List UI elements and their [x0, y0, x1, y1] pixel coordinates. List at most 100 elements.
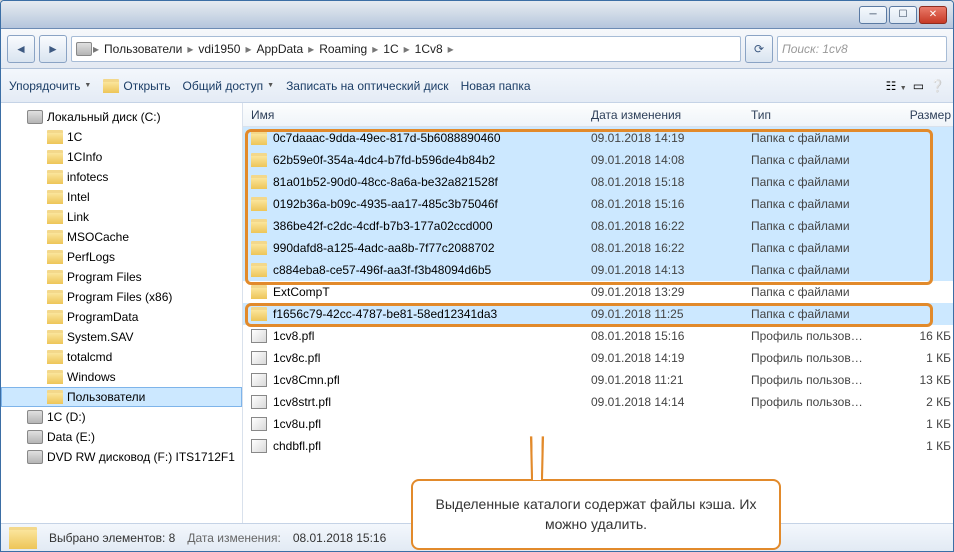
folder-icon: [47, 370, 63, 384]
folder-icon: [251, 219, 267, 233]
folder-icon: [251, 285, 267, 299]
file-row[interactable]: 1cv8Cmn.pfl09.01.2018 11:21Профиль польз…: [243, 369, 953, 391]
file-icon: [251, 373, 267, 387]
folder-icon: [47, 250, 63, 264]
tree-item[interactable]: Link: [1, 207, 242, 227]
folder-icon: [47, 330, 63, 344]
breadcrumb[interactable]: AppData: [252, 42, 307, 56]
tree-item[interactable]: Пользователи: [1, 387, 242, 407]
file-row[interactable]: 81a01b52-90d0-48cc-8a6a-be32a821528f08.0…: [243, 171, 953, 193]
tree-item[interactable]: Intel: [1, 187, 242, 207]
file-row[interactable]: f1656c79-42cc-4787-be81-58ed12341da309.0…: [243, 303, 953, 325]
tree-item[interactable]: System.SAV: [1, 327, 242, 347]
tree-item[interactable]: infotecs: [1, 167, 242, 187]
tree-item[interactable]: totalcmd: [1, 347, 242, 367]
tree-item[interactable]: MSOCache: [1, 227, 242, 247]
annotation-callout: Выделенные каталоги содержат файлы кэша.…: [411, 441, 781, 550]
status-selected: Выбрано элементов: 8: [49, 531, 175, 545]
organize-button[interactable]: Упорядочить ▼: [9, 79, 91, 93]
status-date-label: Дата изменения:: [187, 531, 281, 545]
tree-item[interactable]: Data (E:): [1, 427, 242, 447]
toolbar: Упорядочить ▼ Открыть Общий доступ ▼ Зап…: [1, 69, 953, 103]
folder-icon: [47, 310, 63, 324]
col-name[interactable]: Имя: [251, 108, 591, 122]
search-input[interactable]: Поиск: 1cv8: [777, 36, 947, 62]
tree-item[interactable]: ProgramData: [1, 307, 242, 327]
search-placeholder: Поиск: 1cv8: [782, 42, 848, 56]
file-row[interactable]: 0c7daaac-9dda-49ec-817d-5b608889046009.0…: [243, 127, 953, 149]
file-row[interactable]: ExtCompT09.01.2018 13:29Папка с файлами: [243, 281, 953, 303]
breadcrumb[interactable]: vdi1950: [194, 42, 244, 56]
tree-item[interactable]: Program Files: [1, 267, 242, 287]
folder-icon: [47, 290, 63, 304]
breadcrumb[interactable]: 1C: [379, 42, 402, 56]
back-button[interactable]: ◄: [7, 35, 35, 63]
explorer-window: ─ ☐ ✕ ◄ ► ▸ Пользователи▸ vdi1950▸ AppDa…: [0, 0, 954, 552]
folder-icon: [251, 263, 267, 277]
file-icon: [251, 417, 267, 431]
tree-item[interactable]: 1C (D:): [1, 407, 242, 427]
file-icon: [251, 395, 267, 409]
drive-icon: [27, 450, 43, 464]
file-row[interactable]: c884eba8-ce57-496f-aa3f-f3b48094d6b509.0…: [243, 259, 953, 281]
address-bar[interactable]: ▸ Пользователи▸ vdi1950▸ AppData▸ Roamin…: [71, 36, 741, 62]
folder-tree[interactable]: Локальный диск (C:)1C1CInfoinfotecsIntel…: [1, 103, 243, 523]
close-button[interactable]: ✕: [919, 6, 947, 24]
tree-item[interactable]: PerfLogs: [1, 247, 242, 267]
refresh-button[interactable]: ⟳: [745, 35, 773, 63]
breadcrumb[interactable]: 1Cv8: [411, 42, 447, 56]
callout-text: Выделенные каталоги содержат файлы кэша.…: [411, 479, 781, 550]
breadcrumb[interactable]: Roaming: [315, 42, 371, 56]
minimize-button[interactable]: ─: [859, 6, 887, 24]
file-icon: [251, 439, 267, 453]
drive-icon: [27, 430, 43, 444]
breadcrumb[interactable]: Пользователи: [100, 42, 186, 56]
folder-icon: [251, 153, 267, 167]
drive-icon: [76, 42, 92, 56]
newfolder-button[interactable]: Новая папка: [461, 79, 531, 93]
file-row[interactable]: 1cv8strt.pfl09.01.2018 14:14Профиль поль…: [243, 391, 953, 413]
tree-item[interactable]: 1CInfo: [1, 147, 242, 167]
file-row[interactable]: 1cv8u.pfl1 КБ: [243, 413, 953, 435]
file-icon: [251, 329, 267, 343]
maximize-button[interactable]: ☐: [889, 6, 917, 24]
file-row[interactable]: 62b59e0f-354a-4dc4-b7fd-b596de4b84b209.0…: [243, 149, 953, 171]
file-row[interactable]: 386be42f-c2dc-4cdf-b7b3-177a02ccd00008.0…: [243, 215, 953, 237]
help-button[interactable]: ❔: [930, 79, 945, 93]
col-size[interactable]: Размер: [901, 108, 951, 122]
status-date: 08.01.2018 15:16: [293, 531, 386, 545]
drive-icon: [27, 410, 43, 424]
file-icon: [251, 351, 267, 365]
folder-icon: [47, 170, 63, 184]
forward-button[interactable]: ►: [39, 35, 67, 63]
folder-icon: [47, 210, 63, 224]
file-row[interactable]: 1cv8.pfl08.01.2018 15:16Профиль пользов……: [243, 325, 953, 347]
folder-icon: [47, 350, 63, 364]
folder-icon: [9, 527, 37, 549]
col-type[interactable]: Тип: [751, 108, 901, 122]
folder-icon: [251, 197, 267, 211]
column-headers: Имя Дата изменения Тип Размер: [243, 103, 953, 127]
tree-item[interactable]: Windows: [1, 367, 242, 387]
folder-icon: [47, 230, 63, 244]
file-row[interactable]: 1cv8c.pfl09.01.2018 14:19Профиль пользов…: [243, 347, 953, 369]
drive-icon: [27, 110, 43, 124]
folder-icon: [47, 270, 63, 284]
file-row[interactable]: 990dafd8-a125-4adc-aa8b-7f77c208870208.0…: [243, 237, 953, 259]
share-button[interactable]: Общий доступ ▼: [183, 79, 275, 93]
preview-pane-button[interactable]: ▭: [913, 79, 924, 93]
folder-icon: [47, 130, 63, 144]
view-button[interactable]: ☷ ▼: [886, 79, 907, 93]
tree-item[interactable]: DVD RW дисковод (F:) ITS1712F1: [1, 447, 242, 467]
file-row[interactable]: 0192b36a-b09c-4935-aa17-485c3b75046f08.0…: [243, 193, 953, 215]
titlebar: ─ ☐ ✕: [1, 1, 953, 29]
col-date[interactable]: Дата изменения: [591, 108, 751, 122]
tree-item[interactable]: 1C: [1, 127, 242, 147]
burn-button[interactable]: Записать на оптический диск: [286, 79, 449, 93]
folder-icon: [47, 190, 63, 204]
folder-icon: [47, 150, 63, 164]
tree-item[interactable]: Program Files (x86): [1, 287, 242, 307]
open-button[interactable]: Открыть: [103, 79, 170, 93]
tree-item[interactable]: Локальный диск (C:): [1, 107, 242, 127]
nav-bar: ◄ ► ▸ Пользователи▸ vdi1950▸ AppData▸ Ro…: [1, 29, 953, 69]
